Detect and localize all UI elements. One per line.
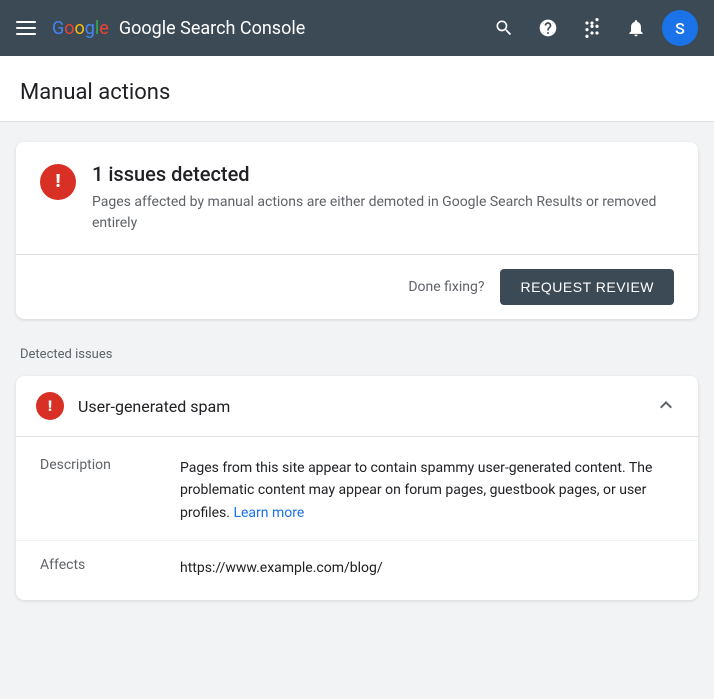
affects-label: Affects — [40, 557, 140, 579]
affects-row: Affects https://www.example.com/blog/ — [16, 540, 698, 595]
description-label: Description — [40, 457, 140, 524]
notifications-icon[interactable] — [618, 10, 654, 46]
issues-summary-card: ! 1 issues detected Pages affected by ma… — [16, 142, 698, 319]
error-icon: ! — [40, 164, 76, 200]
issue-title: User-generated spam — [78, 397, 230, 416]
logo-product-name: Google Search Console — [119, 18, 305, 39]
issue-error-icon: ! — [36, 392, 64, 420]
issues-summary-section: ! 1 issues detected Pages affected by ma… — [16, 142, 698, 255]
logo-google-text: Google — [52, 18, 109, 39]
chevron-up-icon — [654, 393, 678, 420]
issue-details: Description Pages from this site appear … — [16, 437, 698, 600]
issues-count-heading: 1 issues detected — [92, 162, 674, 186]
page-header: Manual actions — [0, 56, 714, 122]
done-fixing-label: Done fixing? — [408, 279, 484, 295]
page-title: Manual actions — [20, 80, 694, 105]
detected-issues-label: Detected issues — [16, 339, 698, 370]
issues-text: 1 issues detected Pages affected by manu… — [92, 162, 674, 234]
affects-url: https://www.example.com/blog/ — [180, 560, 383, 576]
affects-value: https://www.example.com/blog/ — [180, 557, 674, 579]
issue-header[interactable]: ! User-generated spam — [16, 376, 698, 437]
top-nav: Google Google Search Console S — [0, 0, 714, 56]
description-row: Description Pages from this site appear … — [16, 441, 698, 540]
issue-header-left: ! User-generated spam — [36, 392, 230, 420]
issues-actions: Done fixing? REQUEST REVIEW — [16, 255, 698, 319]
main-content: ! 1 issues detected Pages affected by ma… — [0, 122, 714, 620]
help-icon[interactable] — [530, 10, 566, 46]
nav-icons: S — [486, 10, 698, 46]
description-value: Pages from this site appear to contain s… — [180, 457, 674, 524]
app-logo: Google Google Search Console — [52, 18, 470, 39]
issues-description: Pages affected by manual actions are eit… — [92, 192, 674, 234]
request-review-button[interactable]: REQUEST REVIEW — [500, 269, 674, 305]
user-avatar[interactable]: S — [662, 10, 698, 46]
hamburger-menu[interactable] — [16, 21, 36, 35]
search-icon[interactable] — [486, 10, 522, 46]
learn-more-link[interactable]: Learn more — [233, 505, 304, 521]
apps-icon[interactable] — [574, 10, 610, 46]
issue-card: ! User-generated spam Description Pages … — [16, 376, 698, 600]
